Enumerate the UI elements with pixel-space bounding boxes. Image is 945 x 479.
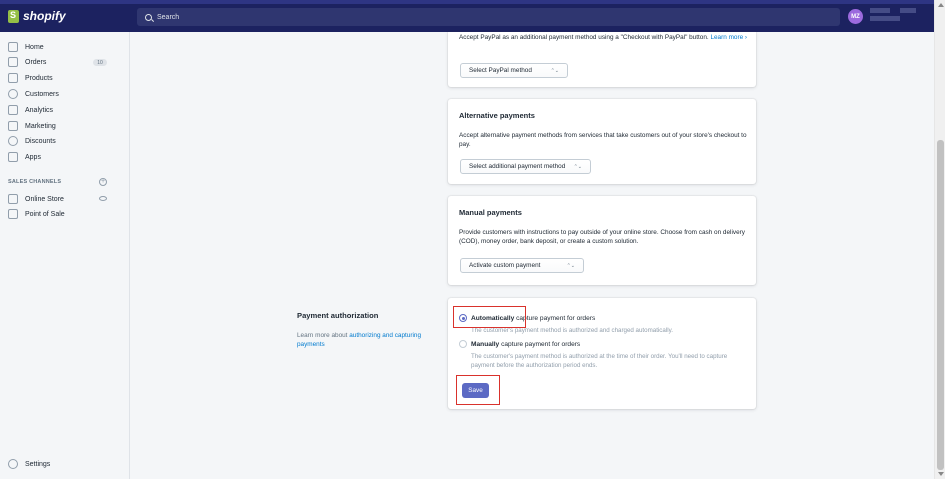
account-name-redacted[interactable]: [868, 7, 918, 25]
sidebar-item-label: Analytics: [25, 106, 54, 114]
payment-authorization-title: Payment authorization: [297, 311, 379, 320]
manual-select-label: Activate custom payment: [469, 262, 541, 269]
orders-count-badge: 10: [93, 59, 107, 66]
sidebar-item-marketing[interactable]: Marketing: [8, 119, 56, 133]
manual-payments-title: Manual payments: [459, 208, 522, 217]
alt-select-label: Select additional payment method: [469, 163, 566, 170]
pos-icon: [8, 209, 18, 219]
alternative-payments-card: Alternative payments Accept alternative …: [448, 99, 756, 184]
scroll-down-arrow-icon[interactable]: [938, 472, 944, 476]
paypal-select-label: Select PayPal method: [469, 67, 532, 74]
store-icon: [8, 194, 18, 204]
page-scrollbar[interactable]: [934, 0, 945, 479]
paypal-learn-more-link[interactable]: Learn more: [710, 34, 743, 41]
alternative-payments-description: Accept alternative payment methods from …: [459, 132, 747, 148]
sidebar-item-label: Customers: [25, 90, 59, 98]
search-icon: [145, 13, 152, 21]
discount-icon: [8, 136, 18, 146]
sidebar-item-customers[interactable]: Customers: [8, 87, 59, 101]
sidebar-item-apps[interactable]: Apps: [8, 150, 41, 164]
sidebar-item-point-of-sale[interactable]: Point of Sale: [8, 207, 65, 221]
apps-icon: [8, 152, 18, 162]
sidebar-item-label: Discounts: [25, 137, 56, 145]
select-chevron-icon: ⌃⌄: [550, 68, 559, 74]
person-icon: [8, 89, 18, 99]
sidebar-item-settings[interactable]: Settings: [8, 457, 50, 471]
sidebar-item-products[interactable]: Products: [8, 71, 53, 85]
manual-rest: capture payment for orders: [501, 341, 581, 348]
sidebar-item-label: Online Store: [25, 195, 64, 203]
sidebar-item-discounts[interactable]: Discounts: [8, 134, 56, 148]
avatar[interactable]: MZ: [848, 9, 863, 24]
highlight-save-button: [456, 375, 500, 405]
select-chevron-icon: ⌃⌄: [566, 263, 575, 269]
activate-custom-payment-dropdown[interactable]: Activate custom payment ⌃⌄: [460, 258, 584, 273]
auth-desc-prefix: Learn more about: [297, 332, 348, 339]
redacted-bar: [870, 8, 890, 13]
orders-icon: [8, 57, 18, 67]
sidebar-item-home[interactable]: Home: [8, 40, 44, 54]
highlight-automatic-option: [453, 306, 526, 328]
manual-capture-label[interactable]: Manually capture payment for orders: [471, 341, 580, 348]
sidebar-item-label: Apps: [25, 153, 41, 161]
add-channel-plus-icon[interactable]: +: [99, 178, 107, 186]
learn-more-arrow-icon: ›: [743, 34, 748, 41]
alternative-payments-title: Alternative payments: [459, 111, 535, 120]
scroll-up-arrow-icon[interactable]: [938, 3, 944, 7]
home-icon: [8, 42, 18, 52]
tag-icon: [8, 73, 18, 83]
sidebar-item-analytics[interactable]: Analytics: [8, 103, 53, 117]
chart-icon: [8, 105, 18, 115]
sidebar-item-online-store[interactable]: Online Store: [8, 192, 64, 206]
automatic-rest: capture payment for orders: [516, 315, 596, 322]
sidebar-item-label: Orders: [25, 58, 47, 66]
redacted-bar: [870, 16, 900, 21]
gear-icon: [8, 459, 18, 469]
sidebar-item-label: Products: [25, 74, 53, 82]
select-additional-payment-dropdown[interactable]: Select additional payment method ⌃⌄: [460, 159, 591, 174]
manual-payments-card: Manual payments Provide customers with i…: [448, 196, 756, 285]
sales-channels-title: SALES CHANNELS: [8, 179, 62, 185]
paypal-text: Accept PayPal as an additional payment m…: [459, 34, 709, 41]
sidebar-item-label: Settings: [25, 460, 51, 468]
sidebar-item-orders[interactable]: Orders: [8, 55, 46, 69]
shopify-logo[interactable]: shopify: [8, 9, 66, 23]
view-store-eye-icon[interactable]: [99, 196, 107, 201]
paypal-description: Accept PayPal as an additional payment m…: [459, 33, 751, 42]
select-paypal-method-dropdown[interactable]: Select PayPal method ⌃⌄: [460, 63, 568, 78]
paypal-card: Accept PayPal as an additional payment m…: [448, 32, 756, 87]
payment-authorization-description: Learn more about authorizing and capturi…: [297, 331, 427, 349]
manual-capture-help: The customer's payment method is authori…: [471, 353, 728, 369]
redacted-bar: [900, 8, 916, 13]
logo-text: shopify: [23, 9, 66, 23]
sidebar-item-label: Marketing: [25, 122, 56, 130]
select-chevron-icon: ⌃⌄: [573, 164, 582, 170]
sidebar-item-label: Home: [25, 43, 44, 51]
sidebar-item-label: Point of Sale: [25, 210, 65, 218]
top-bar-accent: [0, 0, 934, 4]
search-input[interactable]: Search: [137, 8, 840, 26]
manual-payments-description: Provide customers with instructions to p…: [459, 229, 745, 245]
search-placeholder: Search: [157, 13, 180, 21]
shopify-bag-icon: [8, 9, 19, 23]
megaphone-icon: [8, 121, 18, 131]
scroll-thumb[interactable]: [937, 140, 944, 470]
manual-capture-radio[interactable]: [459, 340, 467, 348]
manually-word: Manually: [471, 341, 500, 348]
